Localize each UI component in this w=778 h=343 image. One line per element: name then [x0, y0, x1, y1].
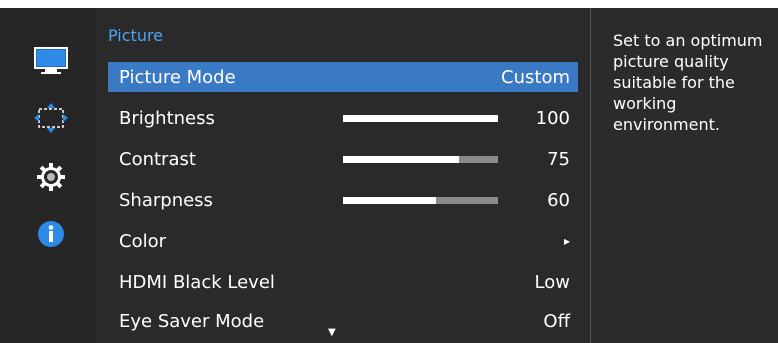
menu-item-label: Picture Mode	[119, 66, 236, 88]
menu-item-picture-mode[interactable]: Picture Mode Custom	[108, 62, 578, 92]
brightness-slider-fill	[343, 115, 498, 122]
menu-item-label: Contrast	[119, 148, 196, 170]
menu-item-value: Custom	[501, 66, 570, 88]
menu-item-value: 100	[535, 107, 570, 129]
menu-item-value: 60	[547, 189, 570, 211]
menu-item-value: Low	[534, 271, 570, 293]
category-sidebar	[0, 8, 96, 343]
menu-item-sharpness[interactable]: Sharpness 60	[108, 185, 578, 215]
sharpness-slider[interactable]	[343, 197, 498, 204]
gear-icon[interactable]	[31, 160, 71, 194]
submenu-arrow-icon: ▸	[563, 234, 570, 248]
sharpness-slider-fill	[343, 197, 436, 204]
osd-window: Picture Picture Mode Custom Brightness 1…	[0, 0, 778, 343]
menu-item-contrast[interactable]: Contrast 75	[108, 144, 578, 174]
menu-item-hdmi-black-level[interactable]: HDMI Black Level Low	[108, 267, 578, 297]
menu-item-brightness[interactable]: Brightness 100	[108, 103, 578, 133]
move-arrows-icon[interactable]	[31, 101, 71, 135]
picture-menu: Picture Picture Mode Custom Brightness 1…	[96, 8, 591, 343]
brightness-slider[interactable]	[343, 115, 498, 122]
menu-item-label: Color	[119, 230, 166, 252]
menu-item-value: 75	[547, 148, 570, 170]
menu-item-label: Brightness	[119, 107, 215, 129]
monitor-icon[interactable]	[31, 44, 71, 78]
contrast-slider[interactable]	[343, 156, 498, 163]
scroll-down-icon[interactable]: ▼	[328, 327, 336, 338]
menu-item-label: Eye Saver Mode	[119, 310, 265, 332]
menu-item-label: Sharpness	[119, 189, 213, 211]
menu-title: Picture	[108, 26, 164, 45]
menu-item-value: Off	[543, 310, 570, 332]
info-icon[interactable]	[31, 217, 71, 251]
menu-item-eye-saver-mode[interactable]: Eye Saver Mode Off	[108, 306, 578, 336]
help-panel: Set to an optimum picture quality suitab…	[591, 8, 778, 343]
contrast-slider-fill	[343, 156, 460, 163]
help-text: Set to an optimum picture quality suitab…	[613, 31, 763, 134]
menu-item-color[interactable]: Color ▸	[108, 226, 578, 256]
menu-item-label: HDMI Black Level	[119, 271, 275, 293]
